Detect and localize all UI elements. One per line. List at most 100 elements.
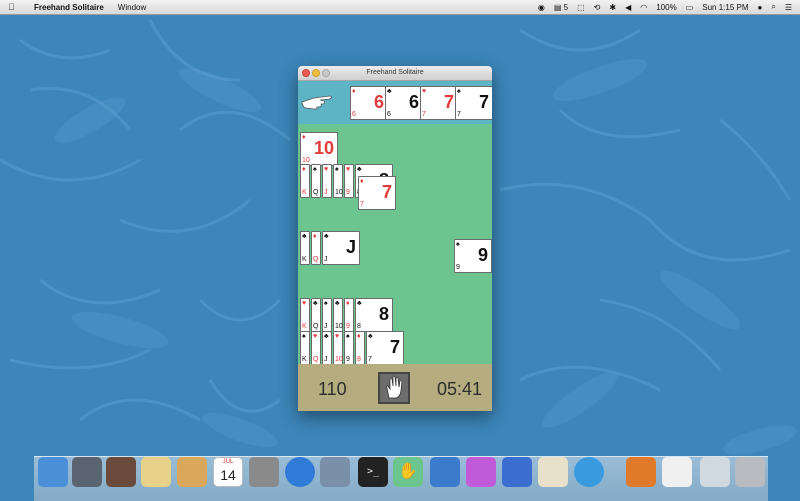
card-suit: ♣	[313, 300, 318, 307]
playing-card[interactable]: ♣ 6 6	[385, 86, 423, 120]
card-rank-small: 9	[346, 189, 350, 196]
apple-menu-icon[interactable]: 	[8, 2, 20, 12]
playing-card[interactable]: ♠ 10	[333, 164, 343, 198]
playing-card[interactable]: ♦ Q	[311, 231, 321, 265]
playing-card[interactable]: ♣ 8 8	[355, 298, 393, 332]
card-rank-small: J	[324, 189, 328, 196]
finder-icon[interactable]	[38, 457, 68, 487]
app-store-icon[interactable]	[285, 457, 315, 487]
playing-card[interactable]: ♣ J J	[322, 231, 360, 265]
garageband-icon[interactable]	[626, 457, 656, 487]
score-display: 110	[318, 379, 347, 399]
hand-button[interactable]	[378, 372, 410, 404]
finder-window-icon[interactable]	[700, 457, 730, 487]
card-suit: ♦	[346, 300, 350, 307]
card-suit: ♦	[313, 233, 317, 240]
volume-icon[interactable]: ◀	[625, 3, 631, 12]
calendar-day: 14	[220, 467, 236, 483]
card-suit: ♣	[324, 233, 329, 240]
playing-card[interactable]: ♥ K	[300, 298, 310, 332]
card-rank-small: J	[324, 356, 328, 363]
playing-card[interactable]: ♠ K	[300, 331, 310, 365]
playing-card[interactable]: ♦ 9	[344, 298, 354, 332]
playing-card[interactable]: ♥ 10	[333, 331, 343, 365]
trash-icon[interactable]	[735, 457, 765, 487]
playing-card[interactable]: ♥ Q	[311, 331, 321, 365]
game-center-icon[interactable]	[466, 457, 496, 487]
card-suit: ♥	[324, 166, 329, 173]
playing-card[interactable]: ♥ 9	[344, 164, 354, 198]
freehand-solitaire-icon[interactable]: ✋	[393, 457, 423, 487]
playing-card[interactable]: ♦ K	[300, 164, 310, 198]
playing-card[interactable]: ♦ 8	[355, 331, 365, 365]
menu-bar:  Freehand Solitaire Window ◉ ▤ 5 ⬚ ⟲ ✱ …	[0, 0, 800, 15]
notification-icon[interactable]: ◉	[538, 3, 545, 12]
card-rank-small: 9	[346, 356, 350, 363]
calendar-month: JUL	[222, 459, 234, 465]
contacts-icon[interactable]	[177, 457, 207, 487]
playing-card[interactable]: ♥ J	[322, 164, 332, 198]
card-suit: ♣	[324, 333, 329, 340]
launchpad-icon[interactable]	[72, 457, 102, 487]
time-machine-icon[interactable]: ⟲	[594, 3, 601, 12]
card-suit: ♦	[352, 88, 356, 95]
playing-card[interactable]: ♠ J	[322, 298, 332, 332]
playing-card[interactable]: ♠ 9	[344, 331, 354, 365]
card-suit: ♦	[357, 333, 361, 340]
xcode-icon[interactable]	[430, 457, 460, 487]
card-rank: 9	[477, 245, 488, 265]
card-rank-small: 8	[357, 323, 361, 330]
stickies-icon[interactable]	[141, 457, 171, 487]
playing-card[interactable]: ♥ 7 7	[420, 86, 458, 120]
card-suit: ♦	[302, 134, 306, 141]
card-rank: 7	[381, 182, 392, 202]
card-suit: ♣	[302, 233, 307, 240]
window-menu[interactable]: Window	[118, 3, 146, 12]
card-rank-small: Q	[313, 189, 319, 196]
user-icon[interactable]: ●	[758, 3, 763, 12]
battery-percent[interactable]: 100%	[656, 3, 676, 12]
card-rank-small: K	[302, 323, 307, 330]
title-bar[interactable]: Freehand Solitaire	[298, 66, 492, 81]
status-area: ◉ ▤ 5 ⬚ ⟲ ✱ ◀ ◠ 100% ▭ Sun 1:15 PM ● ⌕ ☰	[538, 0, 792, 14]
preview-icon[interactable]	[320, 457, 350, 487]
wifi-icon[interactable]: ◠	[640, 3, 647, 12]
card-suit: ♣	[368, 333, 373, 340]
card-rank: 7	[443, 92, 454, 112]
playing-card[interactable]: ♠ 7 7	[455, 86, 492, 120]
playing-card[interactable]: ♠ 9 9	[454, 239, 492, 273]
playing-card[interactable]: ♣ K	[300, 231, 310, 265]
system-preferences-icon[interactable]	[249, 457, 279, 487]
card-suit: ♥	[302, 300, 307, 307]
terminal-icon[interactable]: >_	[358, 457, 388, 487]
playing-card[interactable]: ♣ 7 7	[366, 331, 404, 365]
battery-icon[interactable]: ▭	[686, 3, 694, 12]
bluetooth-icon[interactable]: ✱	[609, 3, 616, 12]
playing-card[interactable]: ♠ Q	[311, 164, 321, 198]
clock[interactable]: Sun 1:15 PM	[702, 3, 748, 12]
calendar-icon[interactable]: JUL 14	[213, 457, 243, 487]
notification-center-icon[interactable]: ☰	[785, 3, 792, 12]
adobe-updater-icon[interactable]: ▤ 5	[554, 3, 568, 12]
card-rank-small: 9	[456, 264, 460, 271]
timer-display: 05:41	[436, 379, 482, 399]
card-rank-small: 9	[346, 323, 350, 330]
documents-stack-icon[interactable]	[662, 457, 692, 487]
playing-card[interactable]: ♦ 7 7	[358, 176, 396, 210]
photo-booth-icon[interactable]	[106, 457, 136, 487]
playing-card[interactable]: ♣ J	[322, 331, 332, 365]
playing-card[interactable]: ♣ Q	[311, 298, 321, 332]
textedit-icon[interactable]	[538, 457, 568, 487]
playing-card[interactable]: ♦ 10 10	[300, 132, 338, 166]
card-suit: ♥	[422, 88, 427, 95]
spotlight-icon[interactable]: ⌕	[771, 2, 775, 12]
playing-card[interactable]: ♦ 6 6	[350, 86, 388, 120]
safari-icon[interactable]	[574, 457, 604, 487]
card-rank: 7	[478, 92, 489, 112]
card-suit: ♣	[387, 88, 392, 95]
app-menu[interactable]: Freehand Solitaire	[34, 3, 104, 12]
s-extension-icon[interactable]: ⬚	[577, 3, 585, 12]
keynote-icon[interactable]	[502, 457, 532, 487]
card-rank: 7	[389, 337, 400, 357]
playing-card[interactable]: ♣ 10	[333, 298, 343, 332]
